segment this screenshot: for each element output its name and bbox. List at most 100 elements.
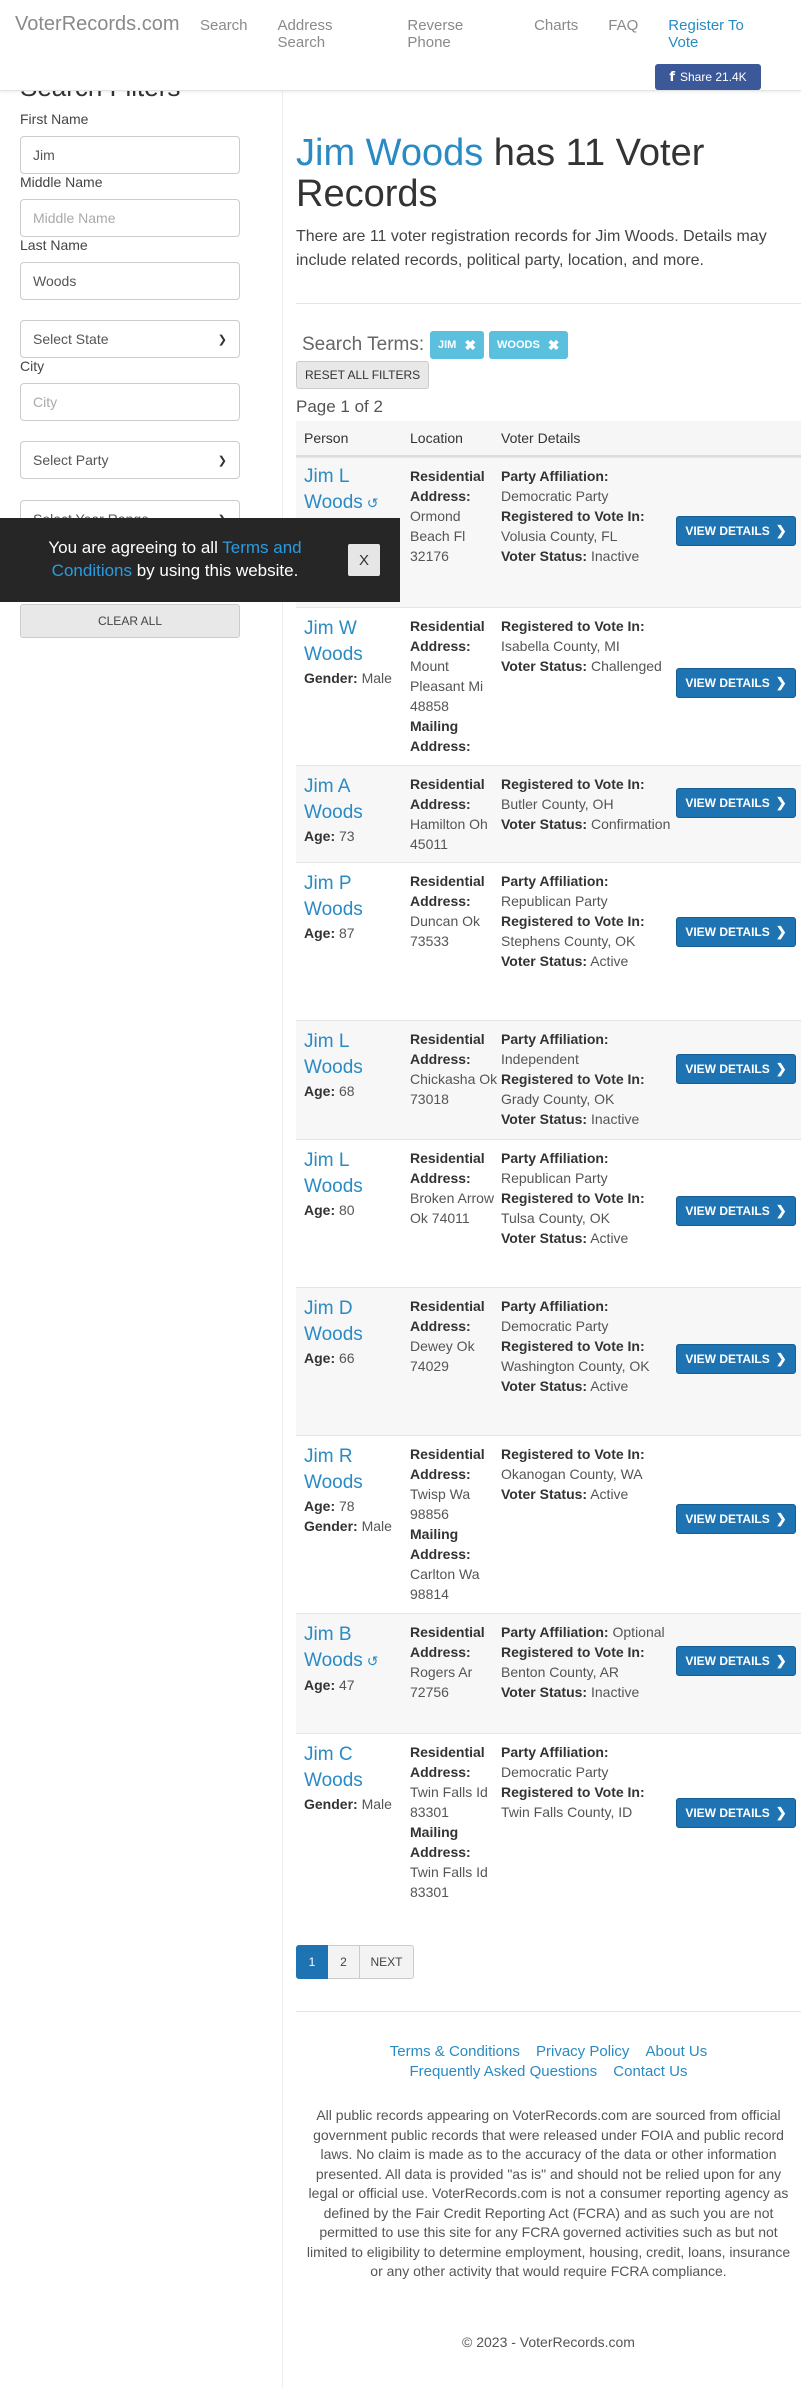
view-details-button[interactable]: VIEW DETAILS ❯ (676, 1504, 796, 1534)
facebook-icon: f (669, 69, 675, 85)
person-last-name[interactable]: Woods (304, 644, 363, 665)
page-2-button[interactable]: 2 (328, 1945, 360, 1979)
nav-reverse-phone[interactable]: Reverse Phone (407, 17, 504, 51)
footer-privacy-link[interactable]: Privacy Policy (536, 2043, 629, 2060)
voter-detail: Voter Status: Inactive (501, 546, 671, 566)
person-first-name[interactable]: Jim P (304, 873, 352, 894)
close-icon[interactable]: ✖ (464, 337, 476, 354)
filter-tag-jim[interactable]: JIM ✖ (430, 331, 485, 359)
person-last-name[interactable]: Woods (304, 1770, 363, 1791)
person-name-link[interactable]: Jim B Woods ↺ (304, 1622, 399, 1675)
detail-value: Inactive (590, 1111, 640, 1127)
footer-contact-link[interactable]: Contact Us (613, 2063, 687, 2080)
person-first-name[interactable]: Jim R (304, 1446, 353, 1467)
person-first-name[interactable]: Jim L (304, 1150, 349, 1171)
view-details-button[interactable]: VIEW DETAILS ❯ (676, 1196, 796, 1226)
voter-detail: Voter Status: Inactive (501, 1682, 671, 1702)
person-last-name[interactable]: Woods (304, 1324, 363, 1345)
info-value: 47 (339, 1677, 355, 1693)
detail-value: Democratic Party (501, 1318, 609, 1334)
person-first-name[interactable]: Jim W (304, 618, 357, 639)
last-name-input[interactable]: Woods (20, 262, 240, 300)
footer-faq-link[interactable]: Frequently Asked Questions (410, 2063, 598, 2080)
voter-detail: Party Affiliation: Independent (501, 1029, 671, 1069)
close-icon[interactable]: ✖ (548, 337, 560, 354)
view-details-button[interactable]: VIEW DETAILS ❯ (676, 516, 796, 546)
voter-details-cell: Party Affiliation: Democratic Party Regis… (501, 1296, 671, 1396)
view-details-button[interactable]: VIEW DETAILS ❯ (676, 668, 796, 698)
person-name-link[interactable]: Jim L Woods (304, 1029, 399, 1081)
detail-value: Okanogan County, WA (501, 1466, 643, 1482)
footer-terms-link[interactable]: Terms & Conditions (390, 2043, 520, 2060)
view-details-button[interactable]: VIEW DETAILS ❯ (676, 1798, 796, 1828)
footer-about-link[interactable]: About Us (646, 2043, 708, 2060)
detail-value: Active (590, 953, 629, 969)
history-icon[interactable]: ↺ (367, 1654, 379, 1670)
city-input[interactable]: City (20, 383, 240, 421)
person-name-link[interactable]: Jim C Woods (304, 1742, 399, 1794)
facebook-share-button[interactable]: f Share 21.4K (655, 64, 761, 90)
first-name-input[interactable]: Jim (20, 136, 240, 174)
state-select[interactable]: Select State ❯ (20, 320, 240, 358)
person-name-link[interactable]: Jim L Woods (304, 1148, 399, 1200)
person-first-name[interactable]: Jim A (304, 776, 350, 797)
party-select[interactable]: Select Party ❯ (20, 441, 240, 479)
view-details-button[interactable]: VIEW DETAILS ❯ (676, 1646, 796, 1676)
person-info: Age: 87 (304, 923, 399, 943)
location-value: Twisp Wa 98856 (410, 1486, 471, 1522)
nav-search[interactable]: Search (200, 17, 248, 51)
person-last-name[interactable]: Woods (304, 1176, 363, 1197)
person-name-link[interactable]: Jim W Woods (304, 616, 399, 668)
person-last-name[interactable]: Woods (304, 802, 363, 823)
brand-logo[interactable]: VoterRecords.com (15, 13, 180, 36)
location-entry: Residential Address: Ormond Beach Fl 3217… (410, 466, 500, 566)
view-details-button[interactable]: VIEW DETAILS ❯ (676, 788, 796, 818)
location-entry: Mailing Address: (410, 716, 500, 756)
person-first-name[interactable]: Jim B (304, 1624, 352, 1645)
detail-label: Registered to Vote In: (501, 913, 645, 929)
location-value: Ormond Beach Fl 32176 (410, 508, 466, 564)
nav-faq[interactable]: FAQ (608, 17, 638, 51)
detail-value: Washington County, OK (501, 1358, 650, 1374)
location-entry: Mailing Address: Carlton Wa 98814 (410, 1524, 500, 1604)
person-name-link[interactable]: Jim L Woods ↺ (304, 464, 399, 517)
detail-label: Party Affiliation: (501, 1031, 609, 1047)
voter-details-cell: Party Affiliation: Democratic Party Regis… (501, 1742, 671, 1822)
voter-details-cell: Party Affiliation: Independent Registered… (501, 1029, 671, 1129)
person-name-link[interactable]: Jim R Woods (304, 1444, 399, 1496)
chevron-down-icon: ❯ (217, 333, 227, 346)
clear-all-button[interactable]: CLEAR ALL (20, 604, 240, 638)
person-name-link[interactable]: Jim P Woods (304, 871, 399, 923)
nav-register-to-vote[interactable]: Register To Vote (668, 17, 771, 51)
person-first-name[interactable]: Jim L (304, 466, 349, 487)
page-1-button[interactable]: 1 (296, 1945, 328, 1979)
person-last-name[interactable]: Woods (304, 1472, 363, 1493)
person-last-name[interactable]: Woods (304, 492, 363, 513)
person-first-name[interactable]: Jim D (304, 1298, 353, 1319)
filter-tag-woods[interactable]: WOODS ✖ (489, 331, 568, 359)
nav-address-search[interactable]: Address Search (278, 17, 378, 51)
person-first-name[interactable]: Jim L (304, 1031, 349, 1052)
person-last-name[interactable]: Woods (304, 1057, 363, 1078)
view-details-button[interactable]: VIEW DETAILS ❯ (676, 1054, 796, 1084)
person-last-name[interactable]: Woods (304, 1650, 363, 1671)
person-info: Gender: Male (304, 668, 399, 688)
history-icon[interactable]: ↺ (367, 496, 379, 512)
person-cell: Jim C Woods Gender: Male (304, 1742, 399, 1814)
person-name-link[interactable]: Jim D Woods (304, 1296, 399, 1348)
person-name-link[interactable]: Jim A Woods (304, 774, 399, 826)
voter-detail: Party Affiliation: Democratic Party (501, 1742, 671, 1782)
table-row: Jim L Woods Age: 68 Residential Address: Chi… (296, 1020, 801, 1139)
view-details-button[interactable]: VIEW DETAILS ❯ (676, 917, 796, 947)
nav-charts[interactable]: Charts (534, 17, 578, 51)
middle-name-input[interactable]: Middle Name (20, 199, 240, 237)
detail-label: Voter Status: (501, 548, 588, 564)
cookie-banner: You are agreeing to all Terms and Condit… (0, 518, 400, 602)
view-details-button[interactable]: VIEW DETAILS ❯ (676, 1344, 796, 1374)
view-details-label: VIEW DETAILS (685, 1204, 770, 1218)
person-last-name[interactable]: Woods (304, 899, 363, 920)
person-first-name[interactable]: Jim C (304, 1744, 353, 1765)
cookie-close-button[interactable]: X (348, 544, 380, 576)
reset-filters-button[interactable]: RESET ALL FILTERS (296, 361, 430, 389)
next-page-button[interactable]: NEXT (360, 1945, 414, 1979)
